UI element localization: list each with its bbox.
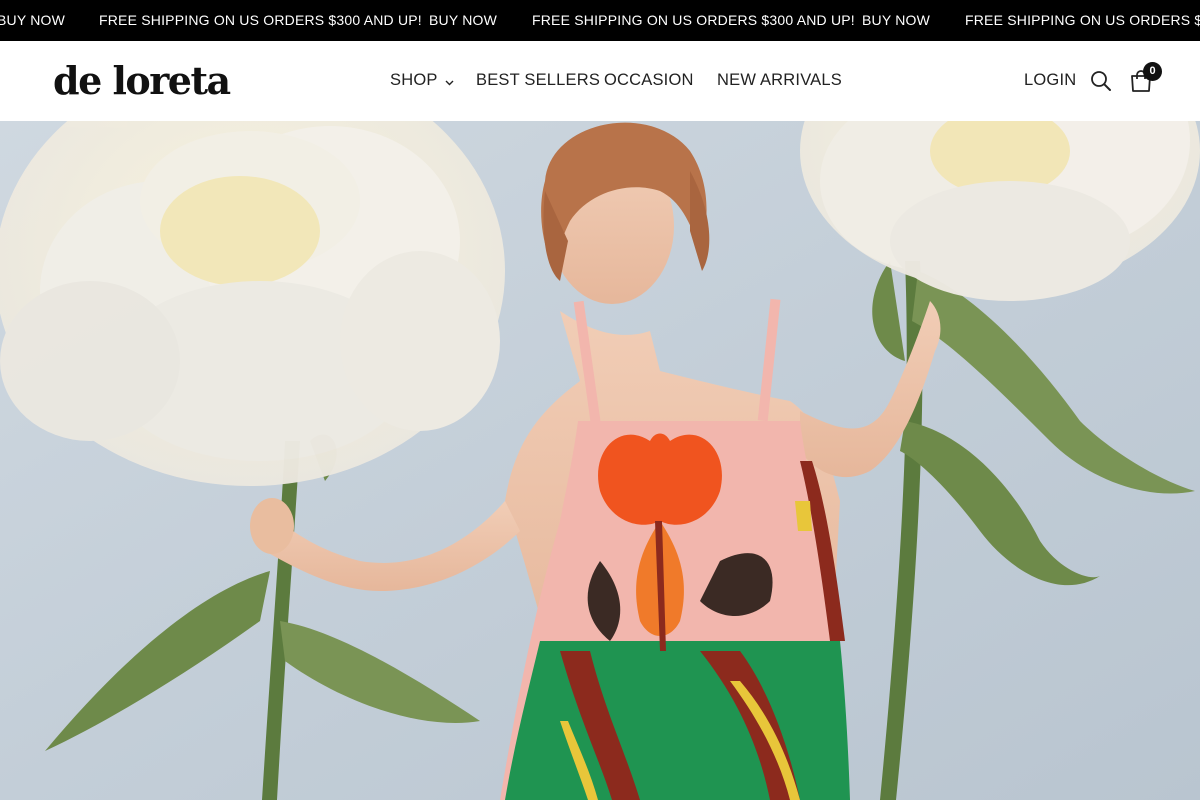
announcement-item: FREE SHIPPING ON US ORDERS $300 (965, 12, 1200, 28)
nav-item-shop[interactable]: SHOP (390, 69, 454, 92)
nav-item-best-sellers[interactable]: BEST SELLERS (476, 69, 600, 91)
nav-item-new-arrivals[interactable]: NEW ARRIVALS (717, 69, 842, 91)
site-header: de loreta SHOP BEST SELLERS OCCASION NEW… (0, 41, 1200, 121)
announcement-bar: BUY NOW FREE SHIPPING ON US ORDERS $300 … (0, 0, 1200, 41)
nav-item-label: BEST SELLERS (476, 71, 601, 89)
announcement-item[interactable]: BUY NOW (862, 0, 930, 41)
login-link[interactable]: LOGIN (1024, 69, 1076, 91)
chevron-down-icon (445, 70, 454, 92)
cart-count-badge: 0 (1143, 62, 1162, 81)
announcement-item[interactable]: BUY NOW (0, 0, 65, 41)
nav-item-label: OCCASION (604, 71, 694, 89)
announcement-item: FREE SHIPPING ON US ORDERS $300 AND UP! (99, 12, 422, 28)
brand-logo[interactable]: de loreta (53, 59, 231, 103)
nav-item-occasion[interactable]: OCCASION (604, 69, 694, 91)
search-button[interactable] (1090, 70, 1112, 92)
nav-item-label: SHOP (390, 71, 438, 89)
hero-image (0, 121, 1200, 800)
nav-item-label: NEW ARRIVALS (717, 71, 842, 89)
search-icon (1091, 71, 1111, 91)
announcement-item[interactable]: BUY NOW (429, 0, 497, 41)
announcement-item: FREE SHIPPING ON US ORDERS $300 AND UP! (532, 12, 855, 28)
hero-banner[interactable] (0, 121, 1200, 800)
